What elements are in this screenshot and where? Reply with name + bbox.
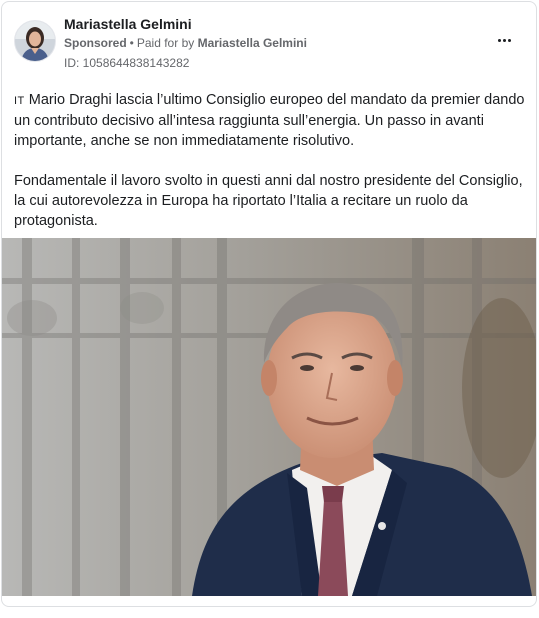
sponsored-label[interactable]: Sponsored — [64, 36, 127, 50]
more-options-icon[interactable] — [494, 32, 514, 48]
post-photo — [2, 238, 536, 596]
post-image[interactable] — [2, 238, 536, 596]
post-paragraph-2: Fondamentale il lavoro svolto in questi … — [14, 173, 523, 229]
sponsored-post-card: Mariastella Gelmini Sponsored • Paid for b… — [1, 1, 537, 607]
ad-id: ID: 1058644838143282 — [64, 56, 190, 70]
post-text: IT Mario Draghi lascia l’ultimo Consiglio… — [14, 90, 528, 251]
paid-for-name[interactable]: Mariastella Gelmini — [198, 36, 307, 50]
separator-dot: • — [129, 36, 134, 50]
see-more-ellipsis[interactable]: ... — [14, 212, 26, 228]
paid-for-prefix: Paid for by — [136, 36, 195, 50]
author-avatar[interactable] — [14, 20, 56, 62]
sponsored-line: Sponsored • Paid for by Mariastella Gelmin… — [64, 36, 307, 50]
post-paragraph-1: IT Mario Draghi lascia l’ultimo Consiglio… — [14, 90, 528, 151]
post-header: Mariastella Gelmini Sponsored • Paid for b… — [2, 2, 536, 78]
author-name[interactable]: Mariastella Gelmini — [64, 16, 192, 32]
language-tag: IT — [14, 95, 25, 107]
paragraph-1-text: Mario Draghi lascia l’ultimo Consiglio e… — [14, 92, 525, 149]
avatar-image — [15, 21, 55, 61]
